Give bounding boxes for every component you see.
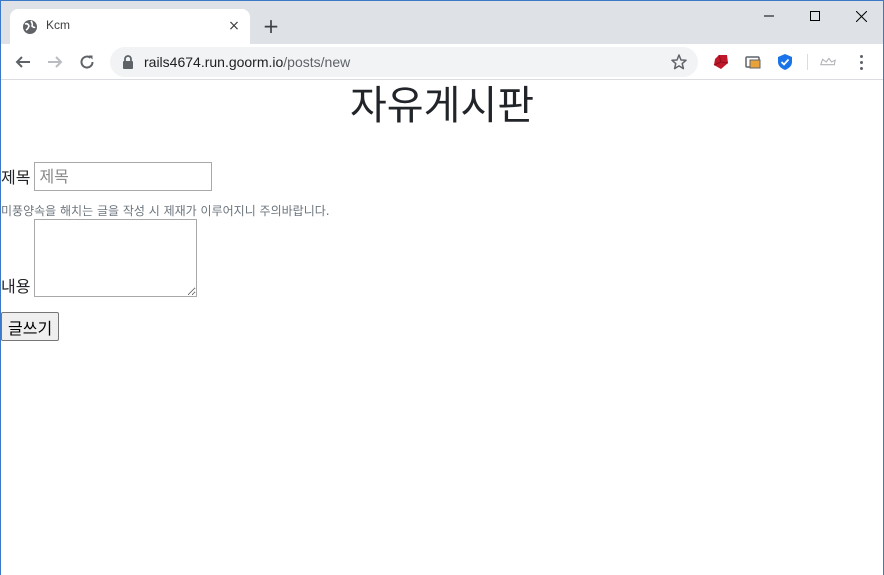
- maximize-button[interactable]: [792, 1, 838, 31]
- tab-active[interactable]: Kcm ×: [10, 9, 250, 44]
- menu-dot: [859, 66, 863, 70]
- bookmark-star-icon[interactable]: [670, 53, 688, 71]
- notice-text: 미풍양속을 해치는 글을 작성 시 제재가 이루어지니 주의바랍니다.: [1, 204, 330, 218]
- window-close-button[interactable]: [838, 1, 884, 31]
- arrow-left-icon: [15, 56, 30, 68]
- reload-button[interactable]: [75, 50, 99, 74]
- url-host: rails4674.run.goorm.io: [144, 54, 284, 70]
- ruby-icon: [713, 54, 729, 69]
- maximize-icon: [810, 11, 820, 21]
- lock-icon: [123, 55, 133, 69]
- close-window-icon: [855, 10, 867, 22]
- globe-icon: [23, 20, 37, 34]
- forward-button[interactable]: [43, 50, 67, 74]
- menu-dot: [859, 54, 863, 58]
- address-bar[interactable]: rails4674.run.goorm.io/posts/new: [110, 47, 698, 77]
- crown-icon: [820, 57, 836, 66]
- page-title: 자유게시판: [350, 83, 534, 129]
- reload-icon: [80, 55, 94, 69]
- arrow-right-icon: [48, 56, 63, 68]
- title-input[interactable]: [34, 161, 213, 191]
- cast-extension[interactable]: [744, 53, 762, 71]
- shield-extension[interactable]: [776, 53, 794, 71]
- menu-dot: [859, 60, 863, 64]
- new-tab-button[interactable]: +: [260, 14, 282, 38]
- shield-icon: [778, 54, 792, 70]
- crown-extension[interactable]: [819, 53, 837, 71]
- url-path: /posts/new: [283, 54, 351, 70]
- submit-button[interactable]: 글쓰기: [1, 312, 60, 341]
- title-label: 제목: [1, 168, 31, 187]
- page-content: 자유게시판 제목 미풍양속을 해치는 글을 작성 시 제재가 이루어지니 주의바…: [1, 81, 883, 575]
- tab-strip: Kcm × +: [1, 1, 883, 44]
- back-button[interactable]: [11, 50, 35, 74]
- title-row: 제목: [1, 161, 213, 191]
- browser-toolbar: rails4674.run.goorm.io/posts/new: [1, 44, 883, 80]
- body-textarea[interactable]: [34, 219, 198, 297]
- close-icon[interactable]: ×: [226, 18, 242, 34]
- minimize-icon: [764, 15, 774, 17]
- browser-menu-button[interactable]: [853, 52, 869, 72]
- url-text: rails4674.run.goorm.io/posts/new: [144, 54, 350, 70]
- tab-title: Kcm: [46, 18, 70, 32]
- minimize-button[interactable]: [746, 1, 792, 31]
- body-row: 내용: [1, 219, 198, 297]
- toolbar-separator: [807, 54, 808, 70]
- cast-icon: [745, 56, 761, 69]
- body-label: 내용: [1, 277, 31, 296]
- ruby-extension[interactable]: [712, 53, 730, 71]
- browser-window: Kcm × + rails4674.run.goorm.io/posts/new: [0, 0, 884, 575]
